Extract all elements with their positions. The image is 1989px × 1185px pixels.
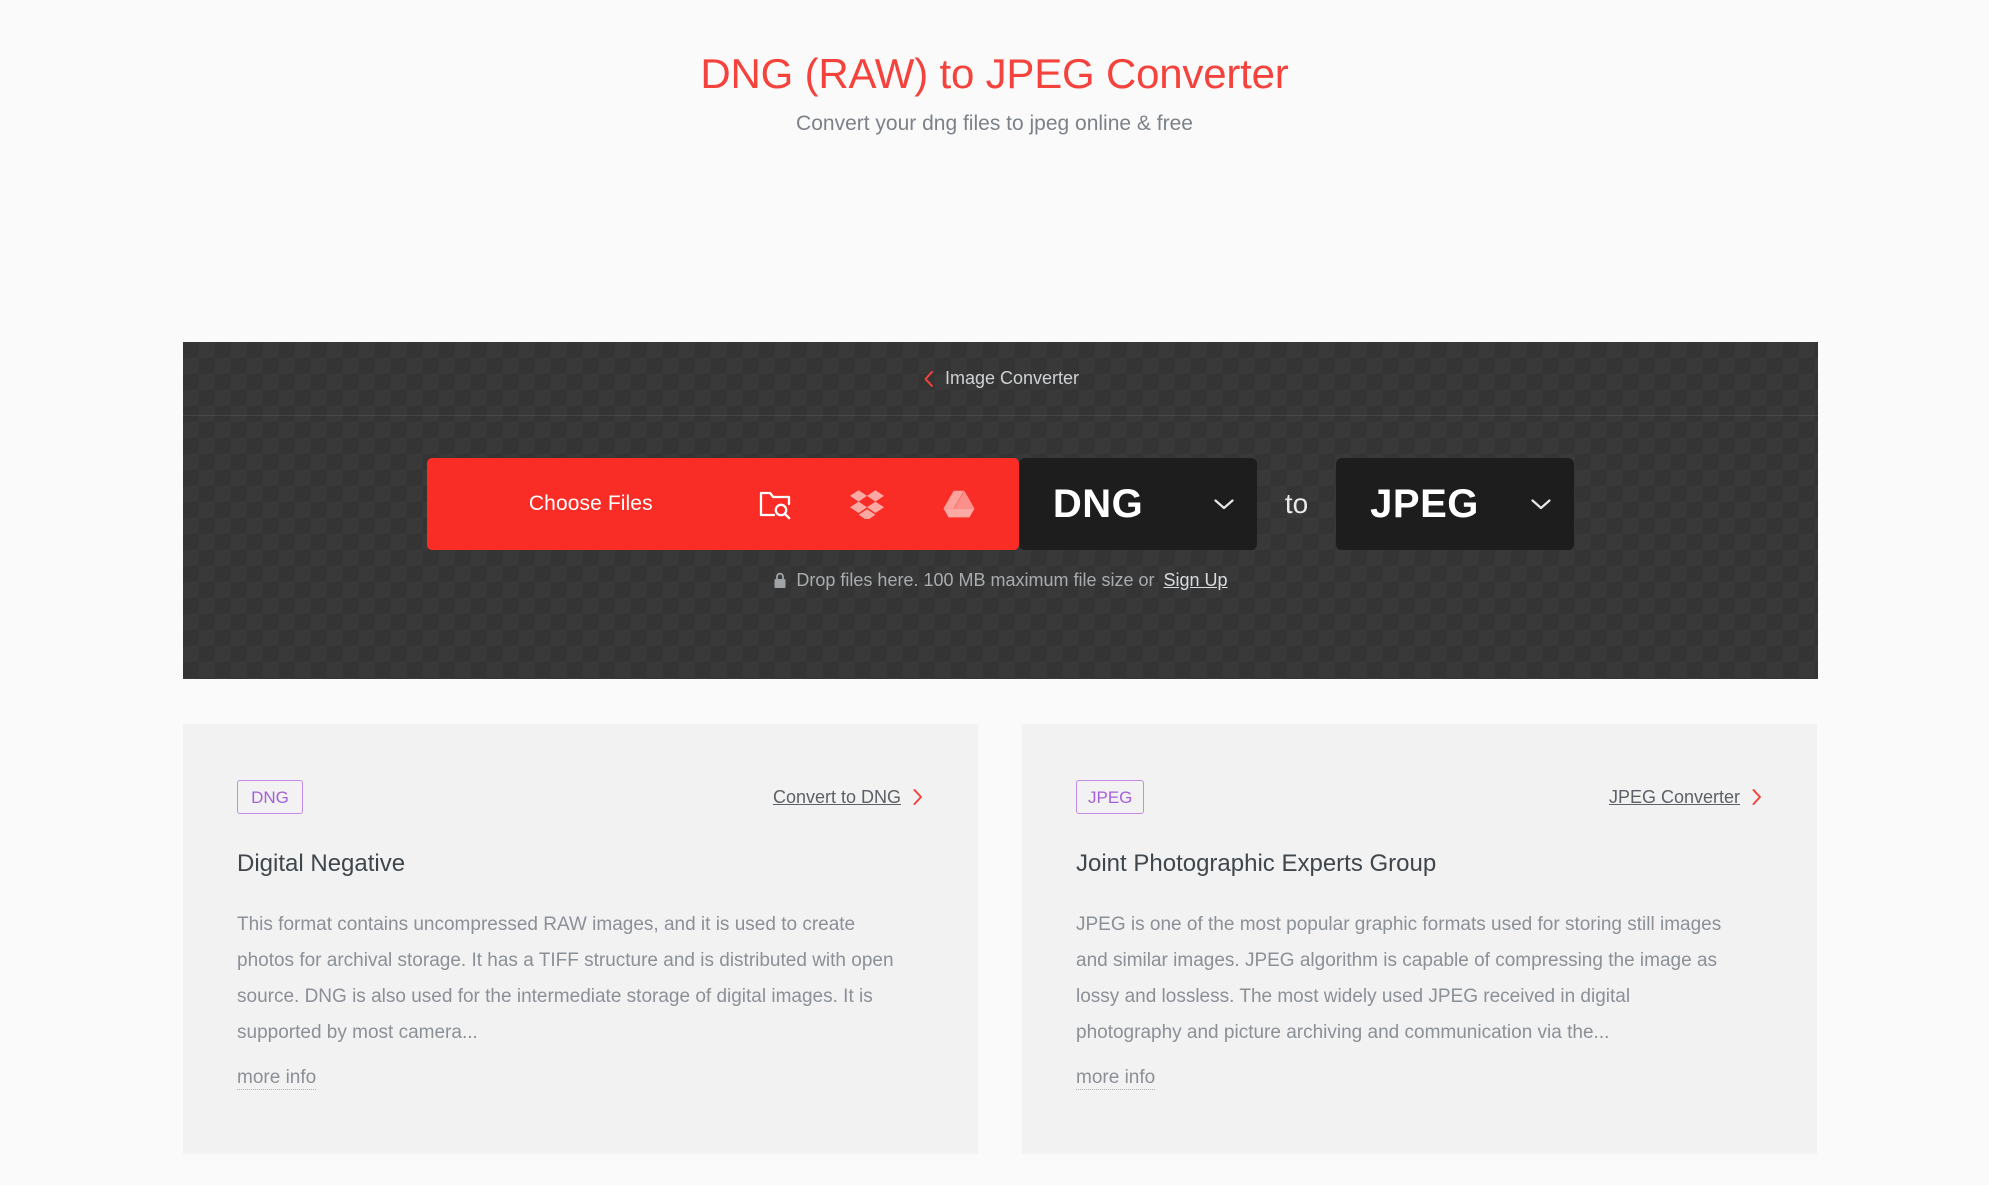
card-header: JPEG JPEG Converter xyxy=(1076,780,1763,814)
drop-hint-text: Drop files here. 100 MB maximum file siz… xyxy=(796,570,1155,590)
page-header: DNG (RAW) to JPEG Converter Convert your… xyxy=(0,0,1989,138)
choose-files-label: Choose Files xyxy=(528,492,653,515)
page-subtitle: Convert your dng files to jpeg online & … xyxy=(796,112,1193,136)
chevron-left-icon xyxy=(922,370,935,388)
status-badge: JPEG xyxy=(1076,780,1145,814)
converter-panel: Image Converter Choose Files DNG to JPEG… xyxy=(183,342,1818,679)
target-format-select[interactable]: JPEG xyxy=(1336,458,1575,550)
breadcrumb-label: Image Converter xyxy=(944,368,1080,388)
convert-to-dng-link[interactable]: Convert to DNG xyxy=(773,787,924,808)
jpeg-converter-link[interactable]: JPEG Converter xyxy=(1609,787,1763,808)
lock-icon xyxy=(773,572,787,589)
chevron-down-icon xyxy=(1530,497,1552,511)
more-info-link[interactable]: more info xyxy=(1076,1067,1156,1090)
card-description: This format contains uncompressed RAW im… xyxy=(237,913,894,1043)
page-title: DNG (RAW) to JPEG Converter xyxy=(700,50,1289,97)
format-info-cards: DNG Convert to DNG Digital Negative This… xyxy=(183,724,1818,1154)
chevron-right-icon xyxy=(912,788,924,806)
card-heading: Digital Negative xyxy=(237,850,406,877)
source-format-select[interactable]: DNG xyxy=(1018,458,1257,550)
format-card-jpeg: JPEG JPEG Converter Joint Photographic E… xyxy=(1022,724,1817,1154)
dropbox-icon[interactable] xyxy=(821,458,913,550)
card-link-label: JPEG Converter xyxy=(1608,786,1740,807)
card-description: JPEG is one of the most popular graphic … xyxy=(1076,913,1722,1043)
source-format-value: DNG xyxy=(1052,481,1144,526)
upload-source-icons xyxy=(729,458,1019,550)
target-format-value: JPEG xyxy=(1370,481,1479,526)
converter-controls: Choose Files DNG to JPEG xyxy=(183,416,1818,592)
card-header: DNG Convert to DNG xyxy=(237,780,924,814)
format-card-dng: DNG Convert to DNG Digital Negative This… xyxy=(183,724,978,1154)
drop-files-hint: Drop files here. 100 MB maximum file siz… xyxy=(183,570,1818,591)
breadcrumb[interactable]: Image Converter xyxy=(922,368,1079,389)
status-badge: DNG xyxy=(237,780,303,814)
google-drive-icon[interactable] xyxy=(913,458,1005,550)
folder-search-icon[interactable] xyxy=(729,458,821,550)
more-info-link[interactable]: more info xyxy=(237,1067,317,1090)
choose-files-button[interactable]: Choose Files xyxy=(426,458,1019,550)
separator-word: to xyxy=(1284,488,1309,519)
chevron-right-icon xyxy=(1751,788,1763,806)
card-link-label: Convert to DNG xyxy=(772,786,901,807)
card-heading: Joint Photographic Experts Group xyxy=(1076,850,1437,877)
chevron-down-icon xyxy=(1213,497,1235,511)
sign-up-link[interactable]: Sign Up xyxy=(1164,570,1228,591)
breadcrumb-bar: Image Converter xyxy=(183,342,1818,416)
